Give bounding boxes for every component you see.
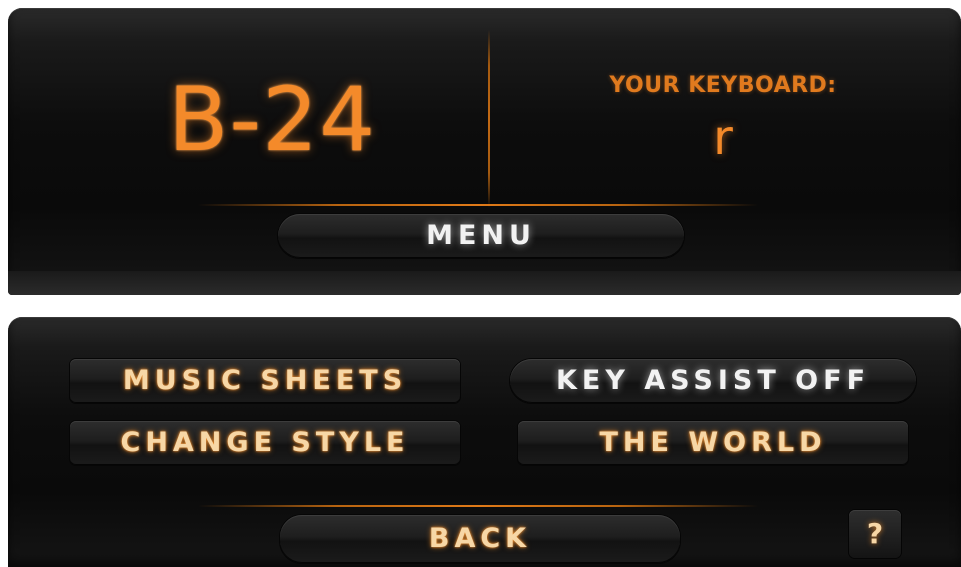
music-sheets-button[interactable]: MUSIC SHEETS (70, 359, 460, 403)
keyboard-key: r (713, 110, 733, 166)
horizontal-divider (198, 204, 758, 206)
menu-button[interactable]: MENU (278, 214, 684, 258)
key-assist-button[interactable]: KEY ASSIST OFF (510, 359, 916, 403)
keyboard-label: YOUR KEYBOARD: (609, 73, 837, 98)
vertical-divider (488, 30, 490, 208)
menu-panel: MUSIC SHEETS KEY ASSIST OFF CHANGE STYLE… (8, 317, 961, 567)
display-panel: B-24 YOUR KEYBOARD: r MENU (8, 8, 961, 295)
panel-bottom-strip (8, 271, 961, 295)
horizontal-divider (198, 505, 758, 507)
help-button[interactable]: ? (849, 510, 901, 558)
current-note: B-24 (168, 68, 377, 171)
change-style-button[interactable]: CHANGE STYLE (70, 421, 460, 465)
the-world-button[interactable]: THE WORLD (518, 421, 908, 465)
back-button[interactable]: BACK (280, 515, 680, 563)
